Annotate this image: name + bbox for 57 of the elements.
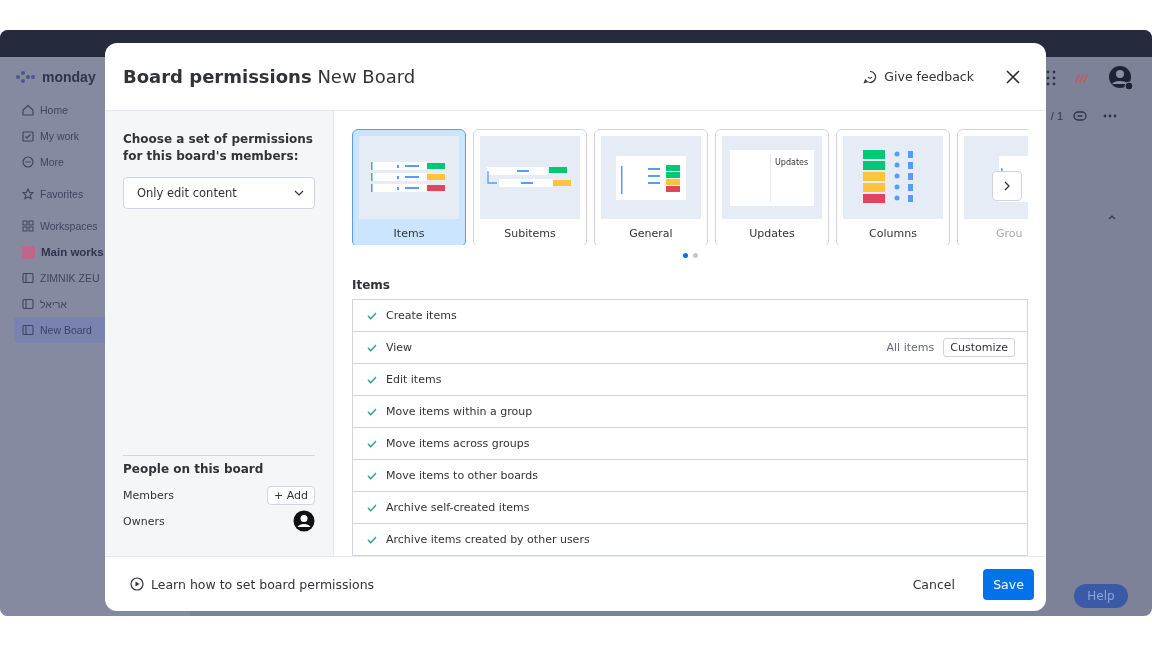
permission-label: Archive items created by other users (386, 533, 591, 546)
permission-label: Move items across groups (386, 437, 531, 450)
sidebar-item[interactable]: Workspaces (14, 213, 184, 239)
page-dot[interactable] (692, 253, 698, 258)
table-drawing (616, 155, 686, 200)
members-label: Members (123, 488, 174, 502)
add-button[interactable]: + Add (267, 485, 315, 505)
sidebar-item[interactable]: אריאל (14, 291, 184, 317)
next-button[interactable] (992, 171, 1022, 201)
board-icon (22, 324, 34, 336)
chat-icon (863, 69, 878, 84)
give-feedback-button[interactable]: Give feedback (857, 68, 980, 85)
permission-label: Move items within a group (386, 405, 534, 418)
calendar-icon (22, 130, 34, 142)
permission-label: View (386, 341, 414, 354)
prompt-text: Choose a set of permissions for this board's members: (123, 131, 314, 165)
section-title: Items (352, 278, 391, 292)
star-icon (22, 188, 34, 200)
collapse-icon[interactable] (1108, 215, 1116, 220)
more-icon (22, 156, 34, 168)
play-icon (130, 577, 144, 591)
close-icon[interactable] (1006, 69, 1020, 84)
board-icon (22, 272, 34, 284)
people-title: People on this board (123, 462, 265, 476)
logo-text: monday (42, 69, 96, 85)
chevron-down-icon (294, 190, 304, 196)
avatar-icon[interactable] (1108, 65, 1134, 91)
sidebar-item[interactable]: ZIMNIK ZEU (14, 265, 184, 291)
permission-label: Move items to other boards (386, 469, 539, 482)
avatar-icon (293, 510, 315, 532)
sidebar-item[interactable]: Main works (14, 239, 184, 265)
permission-label: Create items (386, 309, 458, 322)
customize-button[interactable]: Customize (943, 338, 1015, 357)
grid-icon (22, 220, 34, 232)
page-dot[interactable] (682, 253, 688, 258)
updates-drawing: Updates (730, 149, 814, 206)
save-button[interactable]: Save (983, 568, 1034, 600)
more-icon[interactable] (1103, 114, 1117, 118)
logo-icon (14, 69, 36, 85)
home-icon (22, 104, 34, 116)
permission-value: All items (886, 341, 935, 354)
pager-text: / 1 (1050, 110, 1063, 122)
learn-link[interactable]: Learn how to set board permissions (130, 576, 885, 592)
sidebar-item[interactable]: Home (14, 97, 184, 123)
permission-dropdown[interactable]: Only edit content (123, 177, 315, 209)
workspace-icon (22, 245, 35, 259)
link-icon[interactable] (1073, 111, 1087, 121)
help-button[interactable]: Help (1074, 584, 1128, 608)
chevron-right-icon (1003, 181, 1011, 191)
brand-mark-icon (1074, 73, 1090, 83)
permission-label: Edit items (386, 373, 443, 386)
category-card[interactable]: Items (352, 129, 466, 245)
cancel-button[interactable]: Cancel (906, 575, 961, 593)
board-icon (22, 298, 34, 310)
dialog-title: Board permissions New Board (123, 66, 417, 87)
owners-label: Owners (123, 514, 165, 528)
permission-label: Archive self-created items (386, 501, 531, 514)
